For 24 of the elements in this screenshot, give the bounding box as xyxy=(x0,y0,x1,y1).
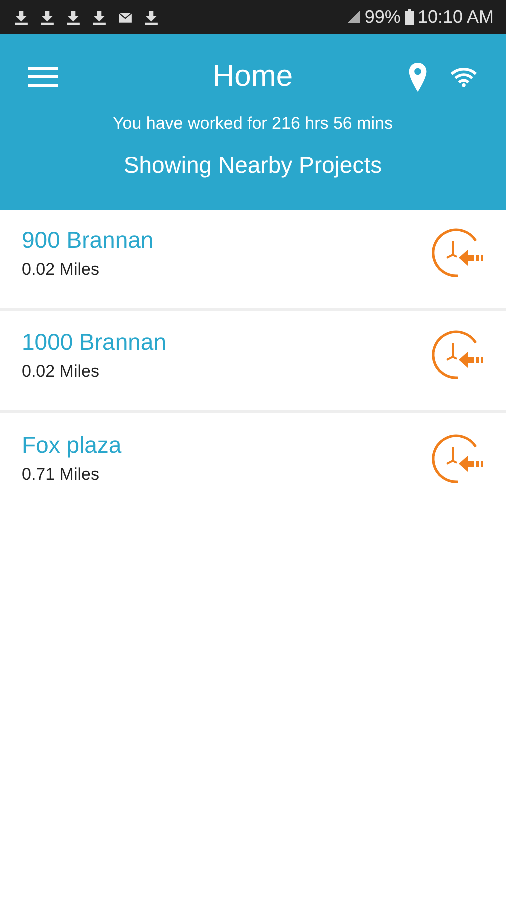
project-distance: 0.71 Miles xyxy=(22,465,100,485)
download-icon xyxy=(66,10,81,24)
download-icon xyxy=(14,10,29,24)
project-distance: 0.02 Miles xyxy=(22,362,100,382)
project-distance: 0.02 Miles xyxy=(22,260,100,280)
clock: 10:10 AM xyxy=(418,6,494,28)
download-icon xyxy=(40,10,55,24)
wifi-icon[interactable] xyxy=(450,66,478,88)
battery-icon xyxy=(404,9,414,25)
download-icon xyxy=(92,10,107,24)
project-name: Fox plaza xyxy=(22,432,122,459)
location-pin-icon[interactable] xyxy=(408,62,428,92)
menu-button[interactable] xyxy=(28,66,58,88)
project-name: 1000 Brannan xyxy=(22,328,167,356)
download-icon xyxy=(144,10,159,24)
project-row[interactable]: 900 Brannan 0.02 Miles xyxy=(0,210,506,311)
section-subtitle: Showing Nearby Projects xyxy=(124,152,382,179)
project-row[interactable]: Fox plaza 0.71 Miles xyxy=(0,414,506,515)
signal-icon xyxy=(346,10,361,24)
project-row[interactable]: 1000 Brannan 0.02 Miles xyxy=(0,312,506,413)
project-name: 900 Brannan xyxy=(22,226,154,254)
battery-percent: 99% xyxy=(364,6,401,28)
screen-title: Home xyxy=(212,60,294,94)
worked-hours-text: You have worked for 216 hrs 56 mins xyxy=(112,114,394,134)
